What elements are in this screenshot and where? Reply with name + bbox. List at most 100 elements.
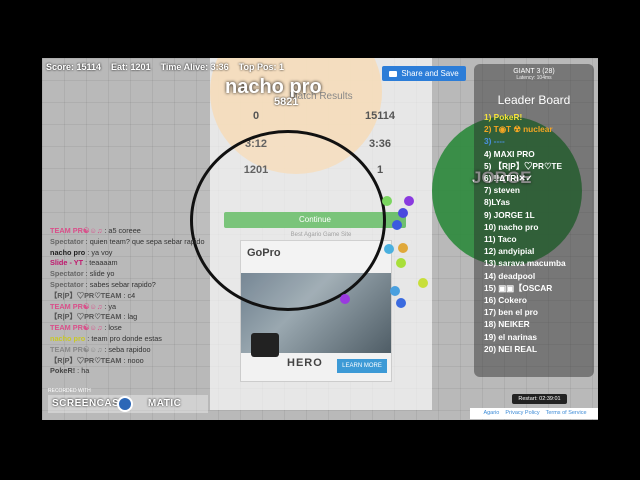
chat-author: Slide - YT [50,258,84,268]
chat-text: : quien team? que sepa sebar rapido [83,236,205,246]
chat-message: PokeR! : ha [50,366,225,377]
food-pellet [392,220,402,230]
leaderboard-list: 1) PokeR! 2) T◉T ☢ nuclear 3) ---- 4) MAXI … [474,111,594,355]
chat-author: PokeR! [50,366,76,376]
chat-message: nacho pro : ya voy [50,248,225,259]
chat-author: 【R|P】♡PR♡TEAM [50,355,122,365]
camera-icon [389,70,398,77]
chat-author: 【R|P】♡PR♡TEAM [50,290,122,300]
food-pellet [384,244,394,254]
chat-message: 【R|P】♡PR♡TEAM : c4 [50,291,225,302]
chat-author: Spectator [50,269,84,279]
time-alive-text: Time Alive: 3:36 [160,62,229,72]
leaderboard-row: 10) nacho pro [484,221,539,232]
leaderboard-row: 11) Taco [484,234,517,245]
camera-icon [251,333,279,357]
chat-message: 【R|P】♡PR♡TEAM : lag [50,312,225,323]
food-pellet [382,196,392,206]
leaderboard-row: 17) ben el pro [484,307,538,318]
server-name: GIANT 3 (28) [513,68,555,75]
chat-message: Spectator : sabes sebar rapido? [50,280,225,291]
leaderboard-row: 8)LYas [484,197,510,208]
chat-message: TEAM PR☯☺♫ : seba rapidoo [50,345,225,356]
leaderboard-panel: GIANT 3 (28) Latency: 104ms Leader Board… [474,64,594,377]
food-pellet [340,294,350,304]
leaderboard-row: 20) NEI REAL [484,343,538,354]
watermark-caption: RECORDED WITH [48,388,91,394]
leaderboard-row: 9) JORGE 1L [484,209,535,220]
leaderboard-row: 18) NEIKER [484,319,530,330]
leaderboard-row: 2) T◉T ☢ nuclear [484,124,553,135]
chat-text: : slide yo [83,269,115,279]
watermark-logo-icon [117,396,133,412]
food-pellet [404,196,414,206]
chat-text: : nooo [121,355,144,365]
score-text: Score: 15114 [46,62,102,72]
chat-log: TEAM PR☯☺♫ : a5 coreee Spectator : quien … [50,226,225,377]
food-pellet [396,258,406,268]
leaderboard-row: 5) 【R|P】♡PR♡TE [484,160,562,171]
chat-text: : seba rapidoo [102,344,151,354]
chat-text: : a5 coreee [102,226,141,235]
stat-item: 15114 [365,110,395,122]
screencast-watermark: RECORDED WITH SCREENCAST MATIC [48,388,208,414]
chat-author: TEAM PR☯☺♫ [50,226,103,235]
top-pos-text: Top Pos: 1 [238,62,284,72]
chat-message: TEAM PR☯☺♫ : lose [50,323,225,334]
footer-link-agario[interactable]: Agario [483,410,499,416]
eat-text: Eat: 1201 [111,62,151,72]
chat-text: : c4 [121,290,136,300]
player-cell-mass: 5821 [274,96,299,108]
food-pellet [396,298,406,308]
leaderboard-row: 1) PokeR! [484,112,523,122]
chat-text: : ha [75,366,90,376]
restart-timer: Restart: 02:39:01 [512,394,567,404]
score-hud: Score: 15114 Eat: 1201 Time Alive: 3:36 Top… [46,62,294,72]
chat-author: Spectator [50,279,84,289]
chat-author: TEAM PR☯☺♫ [50,344,103,354]
food-pellet [390,286,400,296]
chat-message: TEAM PR☯☺♫ : ya [50,302,225,313]
food-pellet [398,208,408,218]
chat-message: Spectator : quien team? que sepa sebar r… [50,237,225,248]
chat-author: TEAM PR☯☺♫ [50,323,103,333]
stat-item: 0 [252,110,260,122]
game-canvas[interactable]: JORGE Match Results 0 15114 3:12 3:36 12… [42,58,598,420]
chat-author: Spectator [50,236,84,246]
latency-text: Latency: 104ms [516,75,552,81]
footer-link-privacy[interactable]: Privacy Policy [505,410,539,416]
chat-message: Slide - YT : teaaaam [50,258,225,269]
share-label: Share and Save [401,69,459,78]
share-and-save-button[interactable]: Share and Save [382,66,466,81]
leaderboard-row: 3) ---- [484,136,505,147]
ad-product: HERO [287,357,323,369]
leaderboard-title: Leader Board [497,93,571,107]
footer-links: Agario Privacy Policy Terms of Service [470,408,598,419]
chat-message: 【R|P】♡PR♡TEAM : nooo [50,356,225,367]
leaderboard-row: 15) ▣▣【OSCAR [484,282,553,293]
chat-text: : lose [102,323,122,333]
chat-author: nacho pro [50,333,86,343]
chat-author: TEAM PR☯☺♫ [50,301,103,311]
leaderboard-row: 4) MAXI PRO [484,148,535,159]
chat-author: nacho pro [50,247,86,257]
chat-text: : teaaaam [83,258,118,268]
chat-text: : ya [102,301,117,311]
leaderboard-row: 13) sarava macumba [484,258,566,269]
chat-message: TEAM PR☯☺♫ : a5 coreee [50,226,225,237]
chat-message: Spectator : slide yo [50,269,225,280]
chat-author: 【R|P】♡PR♡TEAM [50,312,122,322]
chat-text: : team pro donde estas [85,333,162,343]
food-pellet [398,243,408,253]
leaderboard-row: 7) steven [484,185,520,196]
stat-item: 3:36 [368,138,392,150]
leaderboard-row: 6) !!ΔTRI✕✓ [484,173,533,184]
footer-link-terms[interactable]: Terms of Service [546,410,587,416]
learn-more-button[interactable]: LEARN MORE [337,359,387,373]
chat-text: : ya voy [85,247,113,257]
leaderboard-row: 19) el narinas [484,331,538,342]
leaderboard-row: 12) andyipial [484,246,535,257]
chat-message: nacho pro : team pro donde estas [50,334,225,345]
chat-text: : lag [121,312,138,322]
chat-text: : sabes sebar rapido? [83,279,156,289]
